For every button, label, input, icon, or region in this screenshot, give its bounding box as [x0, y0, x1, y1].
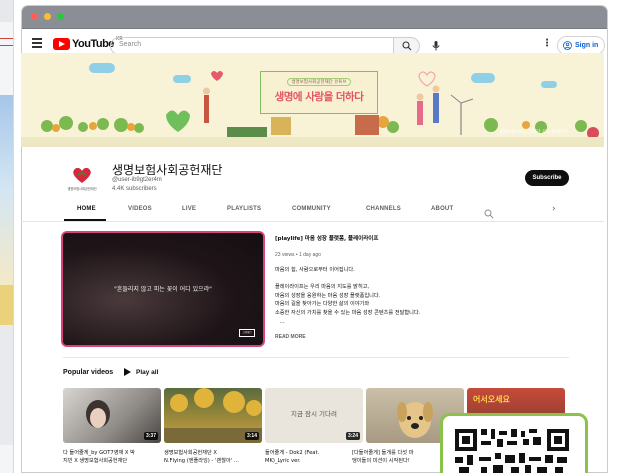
featured-video-player[interactable]: "흔들리지 않고 피는 꽃이 어디 있으랴" 고영희단 [63, 233, 263, 345]
account-icon [563, 41, 572, 50]
tab-about[interactable]: ABOUT [431, 206, 453, 212]
maximize-window-button[interactable] [57, 13, 64, 20]
video-title[interactable]: 생명보험사회공헌재단 X N.Flying (엔플라잉) - '괜찮아' ... [164, 449, 262, 466]
search-placeholder: Search [119, 41, 142, 48]
video-title-line: 지민 X 생명보험사회공헌재단 [63, 458, 128, 465]
banner-sign: 생명보험사회공헌재단 유튜브 생명에 사랑을 더하다 [260, 71, 378, 114]
read-more-link[interactable]: READ MORE [275, 334, 306, 340]
video-thumbnail[interactable]: 3:37 [63, 388, 161, 443]
featured-video-title[interactable]: [playlife] 마음 성장 플랫폼, 플레이라이프 [275, 234, 378, 242]
background-window-image-band [0, 285, 13, 325]
channel-avatar[interactable]: 생명보험사회공헌재단 [64, 164, 100, 200]
featured-video-watermark: 고영희단 [239, 329, 255, 337]
video-title-line: [다들어줄게] 들개를 다섯 마 [352, 450, 414, 456]
background-window-tabbar [0, 0, 13, 22]
description-line: ㅤ... [275, 318, 285, 325]
featured-video-caption: "흔들리지 않고 피는 꽃이 어디 있으랴" [114, 286, 212, 293]
tab-videos[interactable]: VIDEOS [128, 206, 152, 212]
description-line: 소중한 자신의 가치를 찾을 수 있는 마음 성장 콘텐츠를 전달합니다. [275, 309, 421, 316]
background-window-image [0, 95, 13, 285]
featured-video-description: 마음의 힘, 사람으로부터 이어집니다. ㅤ 플레이라이프는 우리 마음의 지도… [275, 266, 505, 326]
thumbnail-dog-image [397, 402, 433, 438]
channel-name: 생명보험사회공헌재단 [112, 163, 223, 177]
video-title-line: 댕이들의 미션이 시작된다! [352, 458, 410, 465]
description-line: 마음의 힘, 사람으로부터 이어집니다. [275, 267, 355, 273]
tab-community[interactable]: COMMUNITY [292, 206, 331, 212]
video-duration: 3:37 [143, 432, 158, 440]
background-window-frame [0, 38, 13, 46]
banner-subtitle: 생명보험사회공헌재단 유튜브 [287, 78, 351, 86]
sign-in-label: Sign in [575, 42, 599, 49]
avatar-caption: 생명보험사회공헌재단 [67, 187, 97, 191]
video-thumbnail[interactable]: 3:14 [164, 388, 262, 443]
video-title[interactable]: [다들어줄게] 들개를 다섯 마 댕이들의 미션이 시작된다! [352, 449, 442, 466]
close-window-button[interactable] [31, 13, 38, 20]
play-icon [124, 368, 131, 376]
logo-text: YouTube [72, 38, 114, 50]
video-title-line: 다 들어줄게_by GOT7영재 X 박 [63, 450, 135, 456]
thumbnail-text: 지금 잠시 기다려 [291, 410, 337, 418]
video-thumbnail[interactable]: 지금 잠시 기다려 3:24 [265, 388, 363, 443]
banner-ground [21, 137, 604, 147]
qr-code-icon [455, 429, 569, 473]
minimize-window-button[interactable] [44, 13, 51, 20]
video-title[interactable]: 들어줄게 - Dok2 (Feat. MK)_Lyric ver. [265, 449, 363, 466]
description-line: 마음의 길을 찾아가는 다양한 삶의 이야기와 [275, 301, 370, 308]
section-divider [63, 357, 569, 358]
video-title[interactable]: 다 들어줄게_by GOT7영재 X 박 지민 X 생명보험사회공헌재단 [63, 449, 161, 466]
channel-tabs: HOME VIDEOS LIVE PLAYLISTS COMMUNITY CHA… [21, 200, 604, 222]
active-tab-indicator [64, 219, 106, 221]
heart-logo-icon [73, 167, 91, 183]
featured-video-meta: 23 views • 1 day ago [275, 252, 321, 258]
banner-homepage-caption[interactable]: 생명보험사회공헌재단 공식 홈페이지 [499, 129, 568, 135]
more-options-icon[interactable]: ⋮ [542, 39, 552, 49]
tab-channels[interactable]: CHANNELS [366, 206, 401, 212]
video-duration: 3:24 [345, 432, 360, 440]
play-all-label: Play all [136, 368, 159, 376]
video-title-line: N.Flying (엔플라잉) - '괜찮아' ... [164, 458, 239, 465]
play-all-button[interactable]: Play all [124, 368, 158, 376]
background-window-panel [0, 325, 13, 445]
tab-home[interactable]: HOME [77, 206, 96, 212]
chevron-right-icon[interactable]: › [552, 204, 556, 214]
description-line: 플레이라이프는 우리 마음의 지도를 밝히고, [275, 284, 370, 291]
background-window-edge [0, 0, 14, 473]
video-title-line: 생명보험사회공헌재단 X [164, 450, 217, 456]
channel-handle: @user-ib9gt2er4m [112, 177, 162, 183]
popular-videos-title: Popular videos [63, 369, 114, 376]
tab-playlists[interactable]: PLAYLISTS [227, 206, 261, 212]
channel-banner: 생명보험사회공헌재단 유튜브 생명에 사랑을 더하다 생명보험사회공헌재단 공식… [21, 53, 604, 147]
description-line: ㅤ [275, 275, 280, 282]
window-titlebar[interactable] [22, 6, 607, 29]
video-duration: 3:14 [244, 432, 259, 440]
subscribe-button[interactable]: Subscribe [525, 170, 569, 186]
search-icon [402, 41, 412, 51]
thumbnail-person-image [86, 400, 110, 428]
video-title-line: MK)_Lyric ver. [265, 458, 301, 465]
subscriber-count: 4.4K subscribers [112, 186, 157, 192]
video-title-line: 들어줄게 - Dok2 (Feat. [265, 450, 320, 456]
tab-live[interactable]: LIVE [182, 206, 196, 212]
banner-title: 생명에 사랑을 더하다 [274, 91, 364, 103]
channel-search-icon[interactable] [484, 204, 494, 223]
thumbnail-text: 어서오세요 [473, 395, 510, 404]
description-line: 마음의 성장을 응원하는 마음 성장 플랫폼입니다. [275, 292, 381, 299]
menu-icon[interactable] [32, 38, 42, 48]
youtube-play-icon [53, 38, 70, 50]
